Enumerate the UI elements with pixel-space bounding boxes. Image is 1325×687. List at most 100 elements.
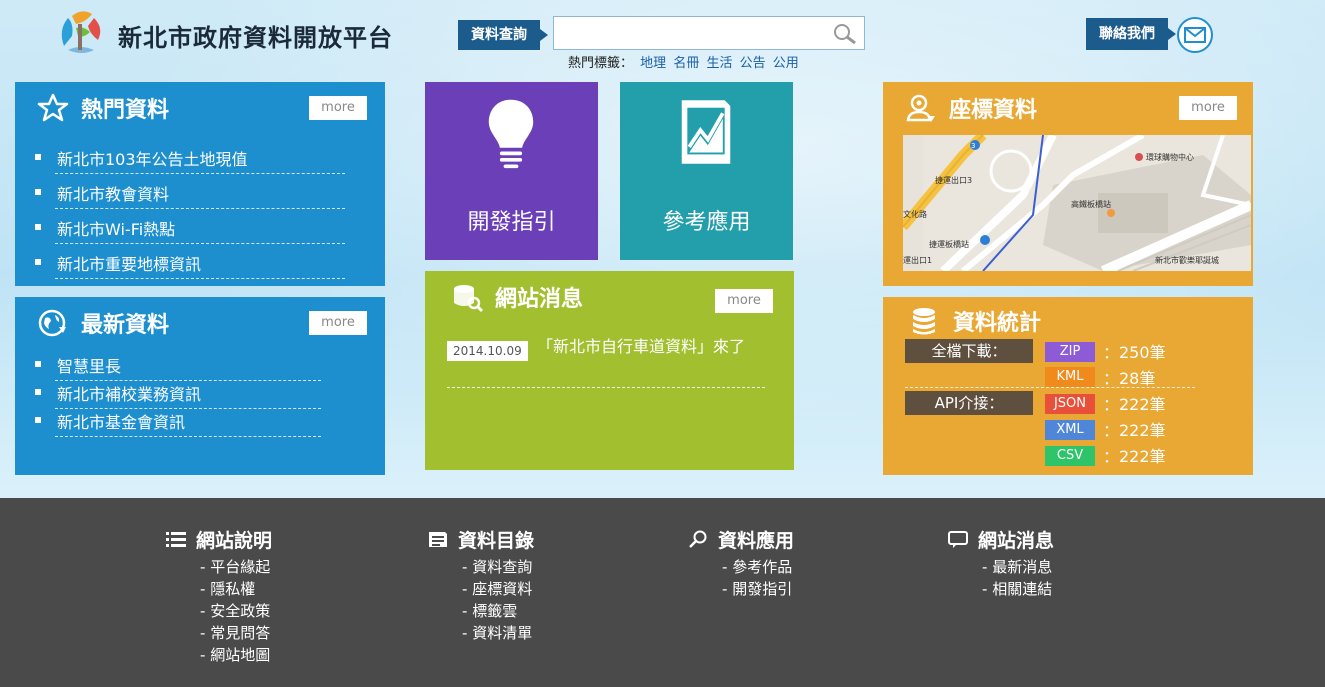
footer-column-site-news: 網站消息 最新消息 相關連結 xyxy=(948,526,1054,600)
csv-count: ：222筆 xyxy=(1103,447,1166,466)
json-count: ：222筆 xyxy=(1103,395,1166,414)
coordinate-more-button[interactable]: more xyxy=(1179,96,1237,120)
coordinate-map[interactable]: 環球購物中心 捷運出口3 高鐵板橋站 文化路 捷運板橋站 運出口1 新北市歡樂耶… xyxy=(903,135,1251,271)
site-news-panel: 網站消息 more 2014.10.09 「新北市自行車道資料」來了 xyxy=(425,271,794,470)
footer-link[interactable]: 標籤雲 xyxy=(462,600,534,622)
search-label: 資料查詢 xyxy=(458,20,548,50)
footer: 網站說明 平台緣起 隱私權 安全政策 常見問答 網站地圖 資料目錄 資料查詢 座… xyxy=(0,498,1325,687)
csv-badge[interactable]: CSV xyxy=(1045,446,1095,466)
globe-refresh-icon xyxy=(38,309,66,337)
hot-tag-link[interactable]: 公告 xyxy=(740,56,766,71)
latest-data-header: 最新資料 xyxy=(37,307,169,339)
zip-badge[interactable]: ZIP xyxy=(1045,342,1095,362)
hot-tag-link[interactable]: 生活 xyxy=(706,56,732,71)
hot-tags: 熱門標籤： 地理 名冊 生活 公告 公用 xyxy=(568,52,799,71)
popular-data-list: 新北市103年公告土地現值 新北市教會資料 新北市Wi-Fi熱點 新北市重要地標… xyxy=(35,146,345,286)
chart-tablet-icon xyxy=(681,100,731,164)
footer-column-header: 資料目錄 xyxy=(428,526,534,552)
footer-column-data-apps: 資料應用 參考作品 開發指引 xyxy=(688,526,794,600)
search-icon xyxy=(689,530,707,548)
star-icon xyxy=(37,93,69,122)
list-item[interactable]: 新北市Wi-Fi熱點 xyxy=(35,216,345,251)
coordinate-data-title: 座標資料 xyxy=(949,98,1038,123)
dev-guide-tile[interactable]: 開發指引 xyxy=(425,82,598,260)
list-item[interactable]: 新北市103年公告土地現值 xyxy=(35,146,345,181)
footer-link[interactable]: 常見問答 xyxy=(200,622,272,644)
footer-link-list: 最新消息 相關連結 xyxy=(982,556,1054,600)
site-news-more-button[interactable]: more xyxy=(715,289,773,313)
xml-badge[interactable]: XML xyxy=(1045,420,1095,440)
xml-count: ：222筆 xyxy=(1103,421,1166,440)
database-search-icon xyxy=(454,285,483,313)
latest-more-button[interactable]: more xyxy=(309,311,367,335)
zip-count: ：250筆 xyxy=(1103,343,1166,362)
latest-data-list: 智慧里長 新北市補校業務資訊 新北市基金會資訊 xyxy=(35,353,321,437)
footer-link[interactable]: 資料清單 xyxy=(462,622,534,644)
kml-badge[interactable]: KML xyxy=(1045,367,1095,387)
footer-link[interactable]: 最新消息 xyxy=(982,556,1054,578)
latest-data-title: 最新資料 xyxy=(81,313,170,338)
site-title[interactable]: 新北市政府資料開放平台 xyxy=(118,18,393,53)
footer-link[interactable]: 開發指引 xyxy=(722,578,794,600)
full-download-label: 全檔下載： xyxy=(905,339,1033,363)
list-item[interactable]: 新北市基金會資訊 xyxy=(35,409,321,437)
json-badge[interactable]: JSON xyxy=(1045,394,1095,414)
list-item[interactable]: 新北市補校業務資訊 xyxy=(35,381,321,409)
hot-tag-link[interactable]: 地理 xyxy=(640,56,666,71)
contact-us-button[interactable]: 聯絡我們 xyxy=(1086,18,1176,50)
footer-link-list: 參考作品 開發指引 xyxy=(722,556,794,600)
chat-icon xyxy=(948,531,968,548)
footer-link[interactable]: 參考作品 xyxy=(722,556,794,578)
footer-column-site-info: 網站說明 平台緣起 隱私權 安全政策 常見問答 網站地圖 xyxy=(166,526,272,666)
footer-column-catalog: 資料目錄 資料查詢 座標資料 標籤雲 資料清單 xyxy=(428,526,534,644)
popular-data-panel: 熱門資料 more 新北市103年公告土地現值 新北市教會資料 新北市Wi-Fi… xyxy=(15,82,385,286)
api-label: API介接： xyxy=(905,391,1033,415)
footer-link[interactable]: 網站地圖 xyxy=(200,644,272,666)
reference-apps-tile[interactable]: 參考應用 xyxy=(620,82,793,260)
footer-link[interactable]: 平台緣起 xyxy=(200,556,272,578)
hot-tag-link[interactable]: 名冊 xyxy=(673,56,699,71)
footer-link[interactable]: 安全政策 xyxy=(200,600,272,622)
data-stats-panel: 資料統計 全檔下載： API介接： ZIP ：250筆 KML ：28筆 JSO… xyxy=(883,297,1253,475)
map-graphic: 環球購物中心 捷運出口3 高鐵板橋站 文化路 捷運板橋站 運出口1 新北市歡樂耶… xyxy=(903,135,1251,271)
popular-data-title: 熱門資料 xyxy=(81,98,170,123)
popular-more-button[interactable]: more xyxy=(309,96,367,120)
map-label: 捷運出口3 xyxy=(935,175,972,185)
reference-apps-label: 參考應用 xyxy=(662,210,751,235)
news-link[interactable]: 「新北市自行車道資料」來了 xyxy=(537,337,767,357)
footer-link[interactable]: 相關連結 xyxy=(982,578,1054,600)
footer-column-title: 網站說明 xyxy=(196,529,273,552)
database-icon xyxy=(913,308,935,335)
map-label: 運出口1 xyxy=(903,255,932,265)
footer-column-header: 資料應用 xyxy=(688,526,794,552)
divider xyxy=(447,387,765,388)
list-item[interactable]: 新北市重要地標資訊 xyxy=(35,251,345,286)
site-news-header: 網站消息 xyxy=(451,281,583,313)
data-stats-title: 資料統計 xyxy=(953,311,1042,336)
kml-count: ：28筆 xyxy=(1103,369,1156,388)
hot-tags-label: 熱門標籤： xyxy=(568,56,634,71)
list-item[interactable]: 智慧里長 xyxy=(35,353,321,381)
city-logo-icon[interactable] xyxy=(54,6,106,58)
hot-tag-link[interactable]: 公用 xyxy=(773,56,799,71)
popular-data-header: 熱門資料 xyxy=(37,92,169,124)
footer-link[interactable]: 資料查詢 xyxy=(462,556,534,578)
search-box xyxy=(553,16,865,50)
footer-column-header: 網站說明 xyxy=(166,526,272,552)
catalog-icon xyxy=(429,532,447,547)
footer-link[interactable]: 隱私權 xyxy=(200,578,272,600)
news-date: 2014.10.09 xyxy=(447,341,528,361)
list-item[interactable]: 新北市教會資料 xyxy=(35,181,345,216)
site-news-title: 網站消息 xyxy=(495,287,584,312)
footer-column-title: 資料目錄 xyxy=(458,529,535,552)
coordinate-data-panel: 座標資料 more 環球購物中心 捷運出口3 高鐵板橋站 文化路 捷運板橋站 運… xyxy=(883,82,1253,286)
search-input[interactable] xyxy=(558,20,818,46)
mail-icon[interactable] xyxy=(1176,16,1214,54)
footer-column-title: 網站消息 xyxy=(978,529,1055,552)
coordinate-data-header: 座標資料 xyxy=(905,92,1037,124)
search-icon[interactable] xyxy=(832,22,858,46)
map-label: 新北市歡樂耶誕城 xyxy=(1155,255,1219,265)
latest-data-panel: 最新資料 more 智慧里長 新北市補校業務資訊 新北市基金會資訊 xyxy=(15,297,385,475)
map-label: 3 xyxy=(971,142,975,150)
footer-link[interactable]: 座標資料 xyxy=(462,578,534,600)
